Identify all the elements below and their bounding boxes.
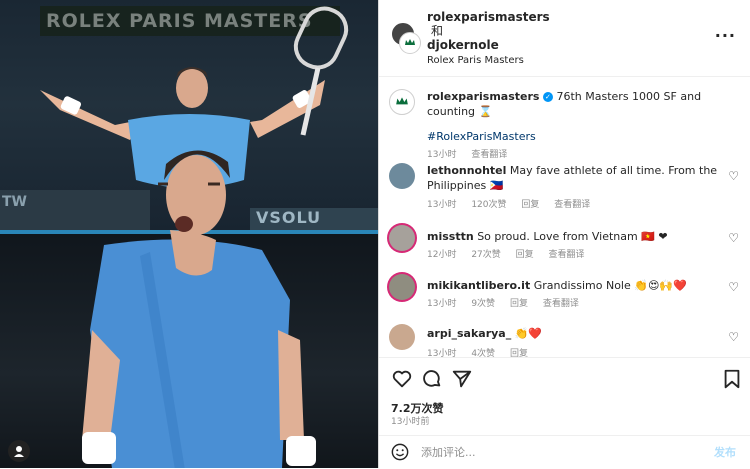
avatar[interactable] <box>389 324 415 350</box>
comment-meta: 13小时 4次赞 回复 <box>427 346 540 357</box>
comment-body: mikikantlibero.it Grandissimo Nole 👏😍🙌❤️ <box>427 278 727 293</box>
emoji-icon[interactable] <box>391 443 409 461</box>
header-account-1[interactable]: rolexparismasters <box>427 10 550 24</box>
comment-body: missttn So proud. Love from Vietnam 🇻🇳 ❤ <box>427 229 727 244</box>
comment-likes[interactable]: 120次赞 <box>471 200 506 210</box>
comment-reply[interactable]: 回复 <box>516 250 534 260</box>
comment-meta: 13小时 120次赞 回复 查看翻译 <box>427 197 602 210</box>
comment-meta: 12小时 27次赞 回复 查看翻译 <box>427 247 597 260</box>
caption-meta: 13小时 查看翻译 <box>427 147 519 160</box>
comment-likes[interactable]: 4次赞 <box>471 349 495 357</box>
comment-likes[interactable]: 27次赞 <box>471 250 500 260</box>
heart-icon[interactable]: ♡ <box>728 231 739 245</box>
heart-icon[interactable]: ♡ <box>728 280 739 294</box>
post-photo[interactable]: ROLEX PARIS MASTERS TW VSOLU <box>0 0 378 468</box>
heart-icon[interactable]: ♡ <box>728 330 739 344</box>
bookmark-icon[interactable] <box>721 368 743 390</box>
comment-time: 13小时 <box>427 200 457 210</box>
comment-username[interactable]: arpi_sakarya_ <box>427 327 511 340</box>
caption-text-block: rolexparismasters ✓ 76th Masters 1000 SF… <box>427 89 727 144</box>
caption-username[interactable]: rolexparismasters <box>427 90 539 103</box>
tagged-user-icon[interactable] <box>8 440 30 462</box>
comment-reply[interactable]: 回复 <box>510 299 528 309</box>
comment-time: 12小时 <box>427 250 457 260</box>
rolex-crown-icon <box>396 97 408 105</box>
player-illustration <box>40 6 349 468</box>
verified-icon: ✓ <box>542 92 553 102</box>
share-send-icon[interactable] <box>451 368 473 390</box>
comment-username[interactable]: lethonnohtel <box>427 164 506 177</box>
comment-body: lethonnohtel May fave athlete of all tim… <box>427 163 727 193</box>
avatar <box>399 32 421 54</box>
more-horizontal-icon[interactable]: ··· <box>715 26 736 45</box>
comment-body: arpi_sakarya_ 👏❤️ <box>427 326 727 341</box>
caption-time: 13小时 <box>427 150 457 160</box>
caption-hashtag[interactable]: #RolexParisMasters <box>427 129 727 144</box>
comment-bubble-icon[interactable] <box>421 368 443 390</box>
comment-translate[interactable]: 查看翻译 <box>554 200 590 210</box>
comment-likes[interactable]: 9次赞 <box>471 299 495 309</box>
post-side-panel: rolexparismasters 和 djokernole Rolex Par… <box>378 0 750 468</box>
comment-username[interactable]: missttn <box>427 230 474 243</box>
comment-reply[interactable]: 回复 <box>510 349 528 357</box>
comment-time: 13小时 <box>427 349 457 357</box>
post-comment-button[interactable]: 发布 <box>714 444 736 460</box>
post-time: 13小时前 <box>391 417 430 427</box>
comment-time: 13小时 <box>427 299 457 309</box>
comment-text: So proud. Love from Vietnam 🇻🇳 ❤ <box>477 230 668 243</box>
like-heart-icon[interactable] <box>391 368 413 390</box>
comment-translate[interactable]: 查看翻译 <box>549 250 585 260</box>
header-account-names: rolexparismasters 和 djokernole Rolex Par… <box>427 10 550 68</box>
heart-icon[interactable]: ♡ <box>728 169 739 183</box>
header-account-2[interactable]: djokernole <box>427 38 550 52</box>
post-actions: 7.2万次赞 13小时前 <box>379 357 750 436</box>
avatar[interactable] <box>389 163 415 189</box>
shouting-player-bottom <box>82 150 316 468</box>
caption-translate[interactable]: 查看翻译 <box>471 150 507 160</box>
comment-text: 👏❤️ <box>514 327 543 340</box>
header-joiner: 和 <box>431 24 444 38</box>
comment-input[interactable]: 添加评论... <box>421 444 476 460</box>
avatar[interactable] <box>389 274 415 300</box>
comment-translate[interactable]: 查看翻译 <box>543 299 579 309</box>
comment-meta: 13小时 9次赞 回复 查看翻译 <box>427 296 591 309</box>
collab-avatars[interactable] <box>391 22 421 54</box>
comment-username[interactable]: mikikantlibero.it <box>427 279 530 292</box>
avatar[interactable] <box>389 225 415 251</box>
post-header: rolexparismasters 和 djokernole Rolex Par… <box>379 0 750 77</box>
avatar[interactable] <box>389 89 415 115</box>
comment-text: Grandissimo Nole 👏😍🙌❤️ <box>533 279 687 292</box>
header-location[interactable]: Rolex Paris Masters <box>427 54 550 68</box>
comments-list: rolexparismasters ✓ 76th Masters 1000 SF… <box>379 77 750 357</box>
rolex-crown-icon <box>405 39 415 45</box>
comment-composer: 添加评论... 发布 <box>379 435 750 469</box>
comment-reply[interactable]: 回复 <box>521 200 539 210</box>
